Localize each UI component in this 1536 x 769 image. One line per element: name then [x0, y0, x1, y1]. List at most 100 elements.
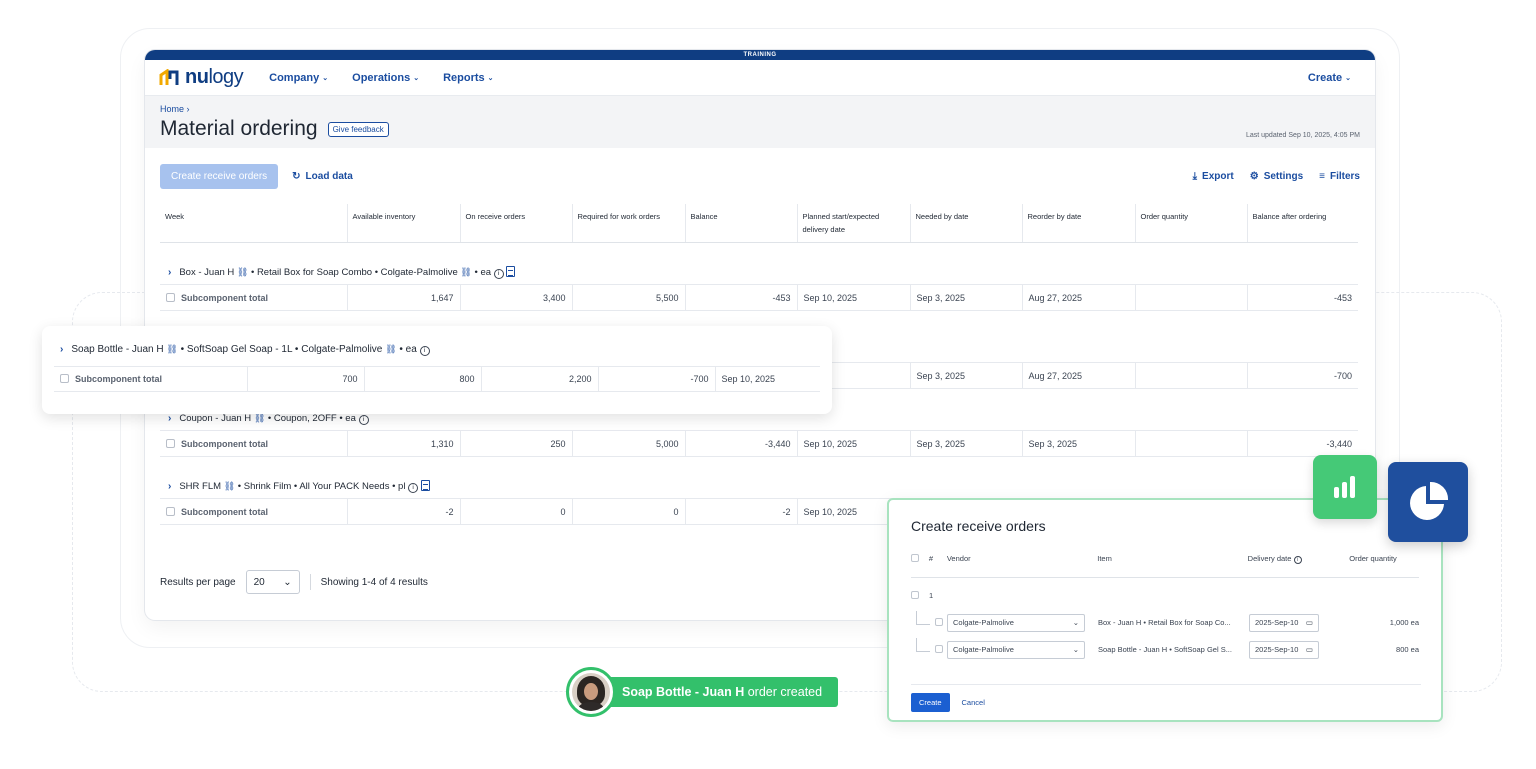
nav-operations[interactable]: Operations ⌄ [352, 72, 419, 84]
vendor-select[interactable]: Colgate-Palmolive ⌄ [947, 640, 1085, 659]
avatar-image [572, 673, 610, 711]
col-reorder[interactable]: Reorder by date [1021, 204, 1135, 243]
cell-available: 1,310 [346, 430, 460, 457]
document-icon[interactable] [420, 480, 430, 491]
info-icon[interactable]: i [408, 483, 419, 493]
top-nav: nulogy Company ⌄ Operations ⌄ Reports ⌄ Cre… [145, 60, 1375, 96]
title-row: Material ordering Give feedback [160, 117, 1360, 141]
cancel-button[interactable]: Cancel [962, 698, 985, 707]
chevron-down-icon: ⌄ [1345, 74, 1351, 82]
document-icon[interactable] [506, 266, 516, 277]
load-data-label: Load data [305, 170, 353, 182]
row-checkbox[interactable] [166, 506, 175, 516]
col-order-qty[interactable]: Order quantity [1134, 204, 1247, 243]
create-button[interactable]: Create [911, 693, 950, 712]
info-icon[interactable]: i [358, 415, 369, 425]
nulogy-mark-icon [159, 68, 179, 85]
col-balance[interactable]: Balance [684, 204, 797, 243]
row-label: Subcomponent total [160, 284, 347, 311]
col-after[interactable]: Balance after ordering [1246, 204, 1358, 243]
group-name: Soap Bottle - Juan H [71, 344, 164, 355]
nav-operations-label: Operations [352, 71, 411, 84]
row-checkbox[interactable] [935, 617, 943, 626]
group-checkbox[interactable] [911, 590, 919, 599]
col-on-receive[interactable]: On receive orders [459, 204, 572, 243]
nulogy-logo[interactable]: nulogy [159, 66, 244, 89]
tree-connector [911, 638, 935, 654]
info-icon[interactable]: i [419, 346, 430, 356]
page-title: Material ordering [160, 117, 318, 140]
filters-button[interactable]: ≡ Filters [1319, 171, 1360, 182]
group-header[interactable]: › Soap Bottle - Juan H ⛓ • SoftSoap Gel S… [54, 344, 820, 362]
vendor-select[interactable]: Colgate-Palmolive ⌄ [947, 613, 1085, 632]
stage: TRAINING nulogy Company ⌄ Operations ⌄ Rep… [0, 0, 1536, 769]
qty-cell[interactable]: 1,000 ea [1351, 618, 1419, 627]
group-header[interactable]: › Box - Juan H ⛓ • Retail Box for Soap Co… [160, 243, 1358, 285]
toast-message: Soap Bottle - Juan H order created [622, 685, 822, 699]
table-header: Week Available inventory On receive orde… [160, 204, 1358, 243]
nav-reports[interactable]: Reports ⌄ [443, 72, 493, 84]
link-icon[interactable]: ⛓ [254, 413, 265, 423]
info-icon[interactable]: i [1293, 556, 1302, 564]
toast-status: order created [747, 685, 823, 699]
cell-reorder: Aug 27, 2025 [1021, 284, 1135, 311]
results-per-page-select[interactable]: 20 ⌄ [245, 570, 300, 594]
breadcrumb-home[interactable]: Home [160, 104, 184, 114]
cell-order-qty[interactable] [1134, 430, 1247, 457]
group-name: SHR FLM [179, 481, 222, 492]
chevron-right-icon[interactable]: › [168, 413, 171, 424]
col-week[interactable]: Week [160, 204, 347, 243]
give-feedback-button[interactable]: Give feedback [327, 121, 389, 137]
select-all-checkbox[interactable] [911, 554, 919, 562]
chevron-right-icon[interactable]: › [168, 481, 171, 492]
group-desc: • Shrink Film • All Your PACK Needs [237, 481, 390, 492]
settings-button[interactable]: ⚙ Settings [1250, 171, 1303, 182]
delivery-date-input[interactable]: 2025-Sep-10 ▭ [1249, 613, 1319, 632]
delivery-date-input[interactable]: 2025-Sep-10 ▭ [1249, 640, 1319, 659]
cell-planned: Sep 10, 2025 [796, 284, 910, 311]
link-icon[interactable]: ⛓ [224, 481, 235, 491]
info-icon[interactable]: i [493, 269, 504, 279]
chevron-right-icon[interactable]: › [60, 344, 63, 355]
pie-chart-tile [1388, 462, 1468, 542]
link-icon[interactable]: ⛓ [460, 267, 471, 277]
chevron-right-icon[interactable]: › [168, 267, 171, 278]
nav-create[interactable]: Create ⌄ [1308, 72, 1351, 84]
link-icon[interactable]: ⛓ [385, 344, 396, 354]
group-name: Coupon - Juan H [179, 413, 252, 424]
row-checkbox[interactable] [935, 644, 943, 653]
chevron-down-icon: ⌄ [1072, 618, 1079, 627]
cell-order-qty[interactable] [1134, 362, 1247, 389]
qty-cell[interactable]: 800 ea [1351, 645, 1419, 654]
toolbar: Create receive orders ↻ Load data ⤓ Export… [145, 148, 1375, 204]
col-planned[interactable]: Planned start/expected delivery date [796, 204, 910, 243]
group-header[interactable]: › SHR FLM ⛓ • Shrink Film • All Your PACK… [160, 457, 1358, 499]
load-data-button[interactable]: ↻ Load data [292, 171, 353, 182]
col-available[interactable]: Available inventory [346, 204, 460, 243]
row-label: Subcomponent total [160, 430, 347, 457]
table-group: › SHR FLM ⛓ • Shrink Film • All Your PACK… [160, 457, 1358, 499]
toast-name: Soap Bottle - Juan H [622, 685, 745, 699]
link-icon[interactable]: ⛓ [166, 344, 177, 354]
cell-required: 2,200 [480, 366, 598, 392]
row-checkbox[interactable] [60, 374, 69, 383]
cell-on-receive: 3,400 [459, 284, 572, 311]
results-per-page-value: 20 [253, 576, 265, 588]
col-required[interactable]: Required for work orders [571, 204, 685, 243]
highlight-card: › Soap Bottle - Juan H ⛓ • SoftSoap Gel S… [42, 326, 832, 414]
breadcrumb[interactable]: Home › [160, 104, 1360, 114]
row-checkbox[interactable] [166, 292, 175, 302]
row-checkbox[interactable] [166, 438, 175, 448]
link-icon[interactable]: ⛓ [237, 267, 248, 277]
cell-order-qty[interactable] [1134, 284, 1247, 311]
cell-reorder: Sep 3, 2025 [1021, 430, 1135, 457]
vendor-value: Colgate-Palmolive [953, 618, 1014, 627]
export-button[interactable]: ⤓ Export [1193, 171, 1234, 182]
nav-company[interactable]: Company ⌄ [269, 72, 328, 84]
col-needed[interactable]: Needed by date [909, 204, 1022, 243]
export-label: Export [1202, 170, 1234, 182]
chevron-down-icon: ⌄ [487, 74, 494, 82]
create-receive-orders-button[interactable]: Create receive orders [160, 163, 279, 189]
group-check-cell [911, 590, 929, 601]
nav-company-label: Company [269, 71, 320, 84]
